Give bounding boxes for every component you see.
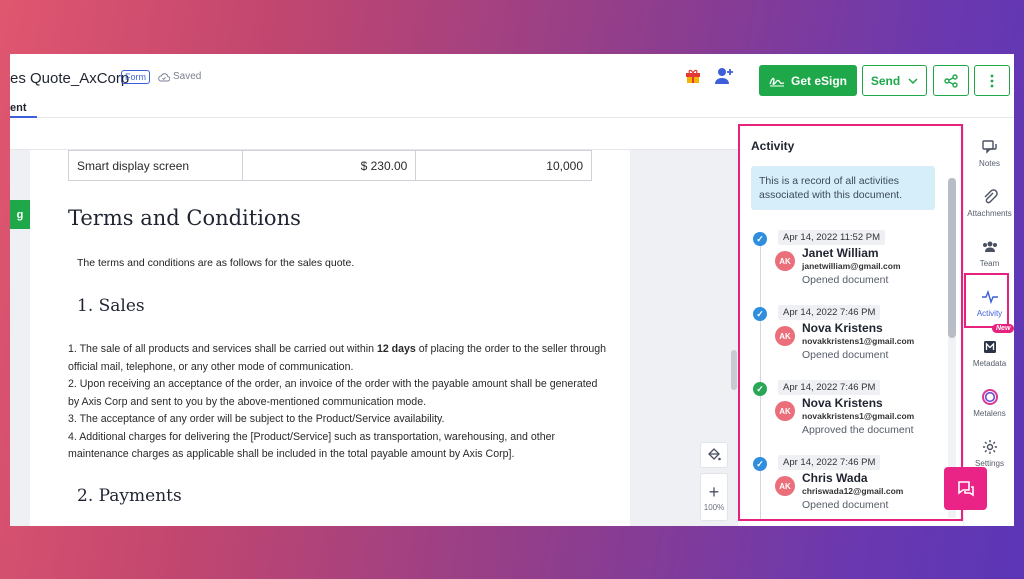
canvas-scrollbar[interactable]	[731, 350, 737, 390]
notes-icon	[981, 140, 997, 154]
more-vertical-icon	[990, 74, 994, 87]
sidebar-item-label: Metadata	[972, 359, 1007, 368]
metadata-icon	[983, 341, 996, 353]
document-canvas[interactable]: g Smart display screen $ 230.00 10,000 T…	[10, 150, 738, 526]
new-badge: New	[992, 324, 1014, 333]
gift-icon[interactable]	[685, 68, 701, 84]
sidebar-item-label: Attachments	[967, 209, 1012, 218]
check-circle-icon: ✓	[753, 232, 767, 246]
team-icon	[982, 241, 997, 252]
activity-entry: ✓ Apr 14, 2022 7:46 PM AK Nova Kristens …	[751, 305, 941, 377]
clause-3: 3. The acceptance of any order will be s…	[68, 413, 445, 425]
cloud-check-icon	[158, 72, 170, 81]
activity-info-box: This is a record of all activities assoc…	[751, 166, 935, 210]
send-label: Send	[870, 73, 901, 88]
avatar: AK	[775, 326, 795, 346]
get-esign-label: Get eSign	[790, 73, 847, 88]
table-cell-price: $ 230.00	[241, 150, 417, 181]
activity-date: Apr 14, 2022 11:52 PM	[778, 230, 885, 245]
payments-heading: 2. Payments	[77, 486, 182, 506]
activity-user-email: chriswada12@gmail.com	[802, 486, 904, 496]
activity-user-email: janetwilliam@gmail.com	[802, 261, 901, 271]
zoom-in-icon[interactable]: +	[709, 483, 720, 501]
clause-2: 2. Upon receiving an acceptance of the o…	[68, 378, 598, 408]
saved-label: Saved	[173, 71, 202, 82]
format-paint-button[interactable]	[700, 442, 728, 468]
price-table: Smart display screen $ 230.00 10,000	[68, 150, 592, 181]
check-circle-icon: ✓	[753, 457, 767, 471]
sidebar-item-label: Notes	[979, 159, 1000, 168]
more-options-button[interactable]	[974, 65, 1010, 96]
avatar: AK	[775, 401, 795, 421]
left-edge-tab[interactable]: g	[10, 200, 30, 229]
get-esign-button[interactable]: Get eSign	[759, 65, 857, 96]
send-button[interactable]: Send	[862, 65, 927, 96]
sidebar-item-label: Team	[979, 259, 1000, 268]
editor-toolbar	[10, 118, 738, 150]
activity-date: Apr 14, 2022 7:46 PM	[778, 380, 881, 395]
table-cell-product: Smart display screen	[68, 150, 243, 181]
terms-intro: The terms and conditions are as follows …	[77, 257, 355, 269]
share-button[interactable]	[933, 65, 969, 96]
activity-panel: Activity This is a record of all activit…	[738, 124, 963, 521]
form-badge: Form	[121, 70, 150, 84]
activity-entry: ✓ Apr 14, 2022 7:46 PM AK Chris Wada chr…	[751, 455, 941, 519]
sidebar-item-notes[interactable]: Notes	[964, 138, 1014, 168]
activity-action: Approved the document	[802, 424, 914, 436]
add-user-icon[interactable]	[714, 66, 734, 86]
activity-entry: ✓ Apr 14, 2022 7:46 PM AK Nova Kristens …	[751, 380, 941, 452]
activity-scrollbar-thumb[interactable]	[948, 178, 956, 338]
app-window: es Quote_AxCorp Form Saved ent Get eSign…	[10, 54, 1014, 526]
gear-icon	[982, 440, 997, 454]
activity-user-name: Nova Kristens	[802, 321, 883, 335]
zoom-level: 100%	[703, 502, 725, 512]
activity-action: Opened document	[802, 499, 889, 511]
activity-action: Opened document	[802, 274, 889, 286]
sidebar-item-settings[interactable]: Settings	[964, 438, 1014, 468]
check-circle-icon: ✓	[753, 382, 767, 396]
signature-icon	[769, 77, 785, 86]
activity-active-highlight	[964, 273, 1009, 328]
activity-user-name: Nova Kristens	[802, 396, 883, 410]
top-header: es Quote_AxCorp Form Saved ent Get eSign…	[10, 54, 1014, 118]
sidebar-item-team[interactable]: Team	[964, 238, 1014, 268]
sales-heading: 1. Sales	[77, 296, 145, 316]
clause-1: 1. The sale of all products and services…	[68, 343, 607, 373]
terms-heading: Terms and Conditions	[68, 206, 301, 230]
activity-user-name: Chris Wada	[802, 471, 868, 485]
zoom-control[interactable]: + 100%	[700, 473, 728, 521]
metalens-icon	[981, 389, 998, 405]
activity-user-name: Janet William	[802, 246, 879, 260]
avatar: AK	[775, 251, 795, 271]
activity-action: Opened document	[802, 349, 889, 361]
tab-document[interactable]: ent	[10, 102, 27, 114]
activity-entry: ✓ Apr 14, 2022 11:52 PM AK Janet William…	[751, 230, 941, 302]
sidebar-item-metalens[interactable]: Metalens	[964, 388, 1014, 418]
sales-clauses: 1. The sale of all products and services…	[68, 341, 608, 464]
avatar: AK	[775, 476, 795, 496]
document-title[interactable]: es Quote_AxCorp	[10, 70, 129, 87]
table-cell-quantity: 10,000	[415, 150, 592, 181]
clause-4: 4. Additional charges for delivering the…	[68, 430, 556, 461]
activity-user-email: novakkristens1@gmail.com	[802, 336, 915, 346]
share-icon	[944, 73, 958, 88]
sidebar-item-label: Metalens	[973, 409, 1006, 418]
chevron-down-icon	[908, 77, 918, 84]
paperclip-icon	[984, 189, 998, 204]
document-page: Smart display screen $ 230.00 10,000 Ter…	[30, 150, 630, 526]
sidebar-item-metadata[interactable]: Metadata	[964, 338, 1014, 368]
chat-icon	[957, 480, 974, 496]
activity-date: Apr 14, 2022 7:46 PM	[778, 305, 881, 320]
chat-support-button[interactable]	[944, 467, 987, 510]
paint-bucket-icon	[708, 448, 721, 461]
activity-date: Apr 14, 2022 7:46 PM	[778, 455, 881, 470]
check-circle-icon: ✓	[753, 307, 767, 321]
sidebar-item-attachments[interactable]: Attachments	[964, 188, 1014, 218]
activity-user-email: novakkristens1@gmail.com	[802, 411, 915, 421]
saved-status: Saved	[158, 71, 201, 82]
activity-panel-title: Activity	[751, 139, 795, 153]
table-row: Smart display screen $ 230.00 10,000	[68, 150, 592, 181]
